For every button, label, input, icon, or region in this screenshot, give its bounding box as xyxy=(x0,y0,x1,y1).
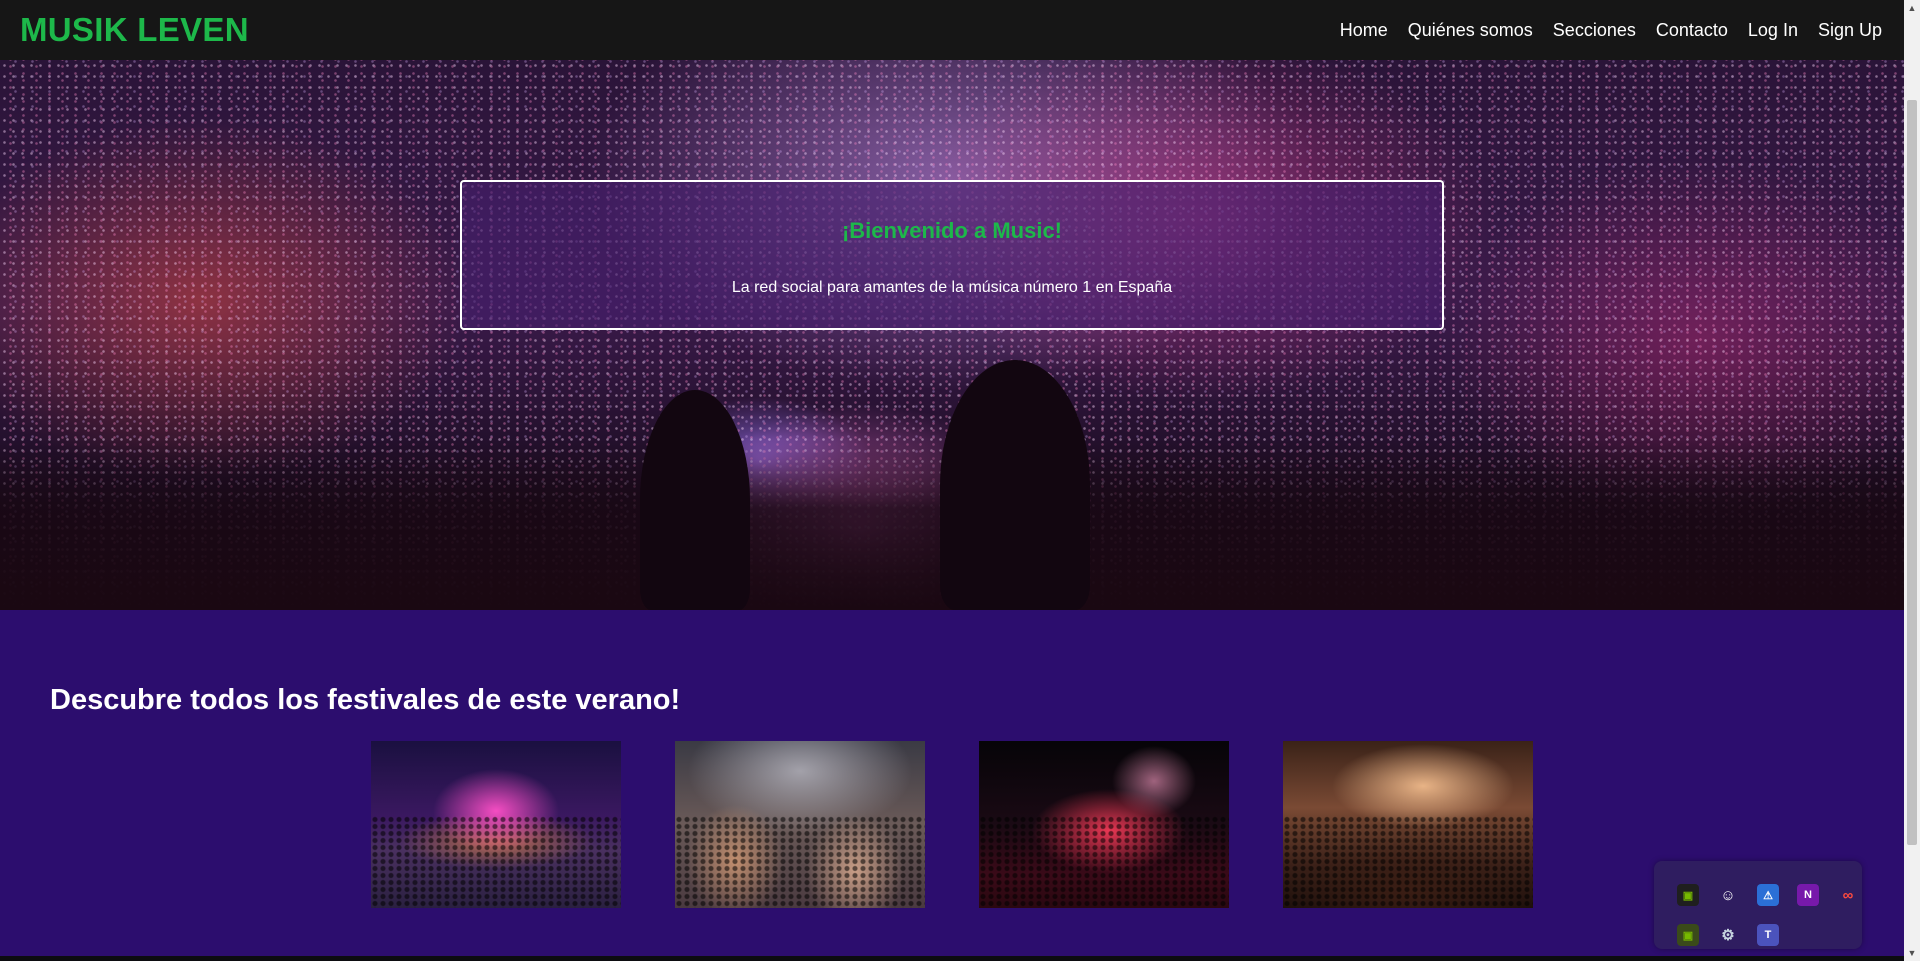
festivals-section: Descubre todos los festivales de este ve… xyxy=(0,610,1904,961)
nav-about-link[interactable]: Quiénes somos xyxy=(1408,20,1533,41)
scroll-down-icon[interactable]: ▼ xyxy=(1904,945,1920,961)
crowd-texture xyxy=(371,816,621,908)
welcome-title: ¡Bienvenido a Music! xyxy=(841,218,1063,243)
system-tray-overflow: ▣ ☺ ⚠ N ∞ ▣ ⚙ T xyxy=(1654,861,1862,949)
nav-signup-link[interactable]: Sign Up xyxy=(1818,20,1882,41)
festival-image-4[interactable] xyxy=(1283,741,1533,908)
person-silhouette-right xyxy=(940,360,1090,610)
festival-image-3[interactable] xyxy=(979,741,1229,908)
nav-sections-link[interactable]: Secciones xyxy=(1553,20,1636,41)
person-silhouette-left xyxy=(640,390,750,610)
top-navbar: MUSIK LEVEN Home Quiénes somos Secciones… xyxy=(0,0,1904,60)
festival-image-1[interactable] xyxy=(371,741,621,908)
page-bottom-edge xyxy=(0,956,1904,961)
welcome-box: ¡Bienvenido a Music! La red social para … xyxy=(460,180,1444,330)
crowd-texture xyxy=(675,816,925,908)
nav-home-link[interactable]: Home xyxy=(1340,20,1388,41)
crowd-texture xyxy=(1283,816,1533,908)
welcome-subtitle: La red social para amantes de la música … xyxy=(731,279,1173,296)
crowd-texture xyxy=(979,816,1229,908)
nav-login-link[interactable]: Log In xyxy=(1748,20,1798,41)
vertical-scrollbar[interactable]: ▲ ▼ xyxy=(1904,0,1920,961)
security-warning-icon[interactable]: ⚠ xyxy=(1757,884,1779,906)
discord-icon[interactable]: ☺ xyxy=(1717,884,1739,906)
creative-cloud-icon[interactable]: ∞ xyxy=(1837,884,1859,906)
nvidia-broadcast-icon[interactable]: ▣ xyxy=(1677,924,1699,946)
festival-image-2[interactable] xyxy=(675,741,925,908)
brand-logo[interactable]: MUSIK LEVEN xyxy=(20,11,249,49)
nvidia-icon[interactable]: ▣ xyxy=(1677,884,1699,906)
scroll-thumb[interactable] xyxy=(1907,100,1917,845)
steam-icon[interactable]: ⚙ xyxy=(1717,924,1739,946)
nav-contact-link[interactable]: Contacto xyxy=(1656,20,1728,41)
nav-links: Home Quiénes somos Secciones Contacto Lo… xyxy=(1340,20,1882,41)
onenote-icon[interactable]: N xyxy=(1797,884,1819,906)
scroll-up-icon[interactable]: ▲ xyxy=(1904,0,1920,16)
hero-banner: ¡Bienvenido a Music! La red social para … xyxy=(0,60,1904,610)
teams-icon[interactable]: T xyxy=(1757,924,1779,946)
festivals-heading: Descubre todos los festivales de este ve… xyxy=(50,684,681,716)
